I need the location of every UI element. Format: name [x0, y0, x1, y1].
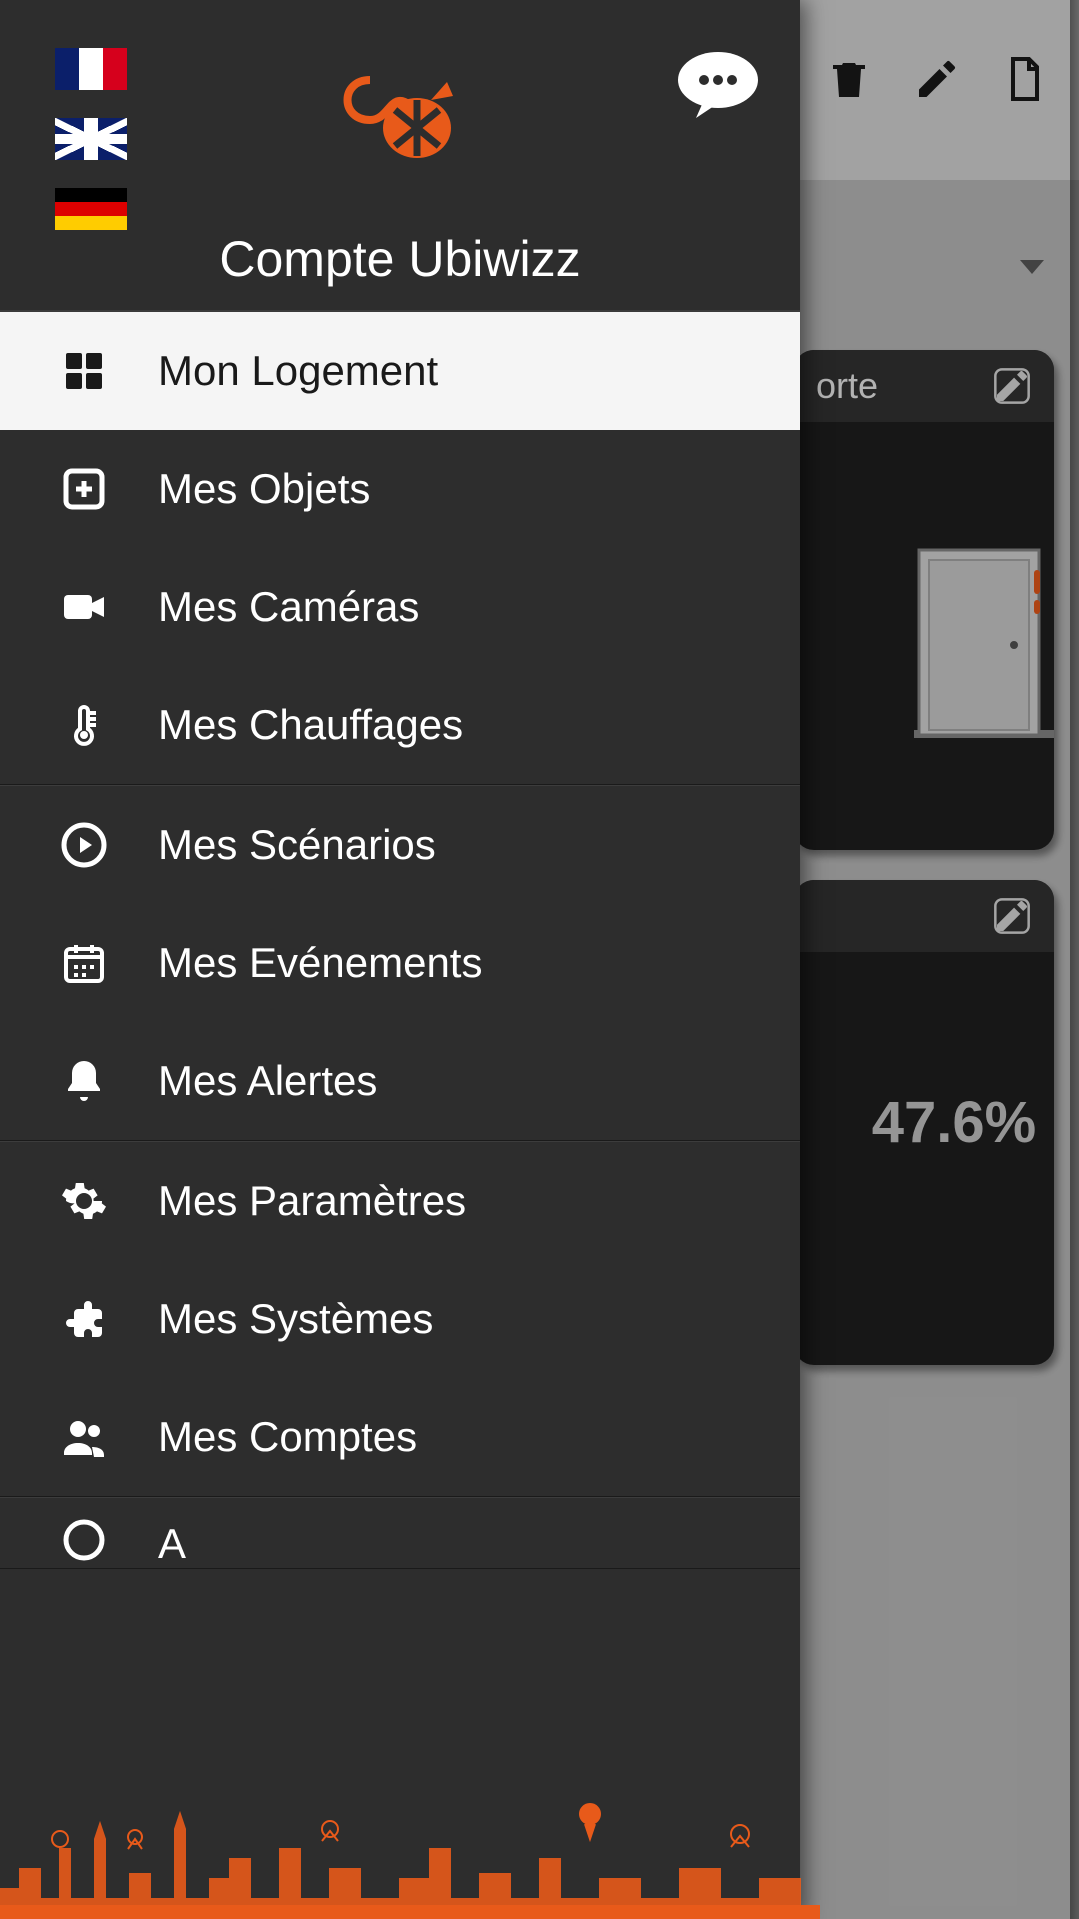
menu-label: Mes Paramètres	[158, 1177, 466, 1225]
menu-item-scenarios[interactable]: Mes Scénarios	[0, 786, 800, 904]
menu-group-system: Mes Paramètres Mes Systèmes Mes Comptes	[0, 1141, 800, 1497]
gear-icon	[58, 1175, 110, 1227]
drawer-header: Compte Ubiwizz	[0, 0, 800, 312]
camera-icon	[58, 581, 110, 633]
bell-icon	[58, 1055, 110, 1107]
flag-germany-icon[interactable]	[55, 188, 127, 230]
side-drawer: Compte Ubiwizz Mon Logement Mes Objets	[0, 0, 800, 1919]
menu-item-evenements[interactable]: Mes Evénements	[0, 904, 800, 1022]
screen-edge-shadow	[1070, 0, 1079, 1919]
grid-icon	[58, 345, 110, 397]
menu-label: Mes Chauffages	[158, 701, 463, 749]
menu-item-alertes[interactable]: Mes Alertes	[0, 1022, 800, 1140]
menu-label: Mes Evénements	[158, 939, 482, 987]
menu-group-scenarios: Mes Scénarios Mes Evénements Mes Alertes	[0, 785, 800, 1141]
menu-group-extra: A	[0, 1497, 800, 1569]
menu-item-logement[interactable]: Mon Logement	[0, 312, 800, 430]
menu-item-parametres[interactable]: Mes Paramètres	[0, 1142, 800, 1260]
menu-label: Mes Caméras	[158, 583, 419, 631]
calendar-icon	[58, 937, 110, 989]
menu-label: Mes Comptes	[158, 1413, 417, 1461]
menu-label: Mes Objets	[158, 465, 370, 513]
users-icon	[58, 1411, 110, 1463]
menu-label: Mes Systèmes	[158, 1295, 433, 1343]
menu-item-chauffages[interactable]: Mes Chauffages	[0, 666, 800, 784]
circle-icon	[58, 1514, 110, 1566]
menu-label: Mon Logement	[158, 347, 438, 395]
play-circle-icon	[58, 819, 110, 871]
menu-group-home: Mon Logement Mes Objets Mes Caméras Mes …	[0, 312, 800, 785]
menu-label: Mes Alertes	[158, 1057, 377, 1105]
menu-label: A	[158, 1520, 186, 1568]
chat-icon[interactable]	[674, 50, 762, 120]
menu-item-systemes[interactable]: Mes Systèmes	[0, 1260, 800, 1378]
menu-label: Mes Scénarios	[158, 821, 436, 869]
plus-square-icon	[58, 463, 110, 515]
drawer-menu: Mon Logement Mes Objets Mes Caméras Mes …	[0, 312, 800, 1919]
menu-item-partial[interactable]: A	[0, 1498, 800, 1568]
menu-item-cameras[interactable]: Mes Caméras	[0, 548, 800, 666]
puzzle-icon	[58, 1293, 110, 1345]
menu-item-comptes[interactable]: Mes Comptes	[0, 1378, 800, 1496]
drawer-title: Compte Ubiwizz	[0, 230, 800, 288]
menu-item-objets[interactable]: Mes Objets	[0, 430, 800, 548]
footer-skyline	[0, 1779, 820, 1919]
thermometer-icon	[58, 699, 110, 751]
